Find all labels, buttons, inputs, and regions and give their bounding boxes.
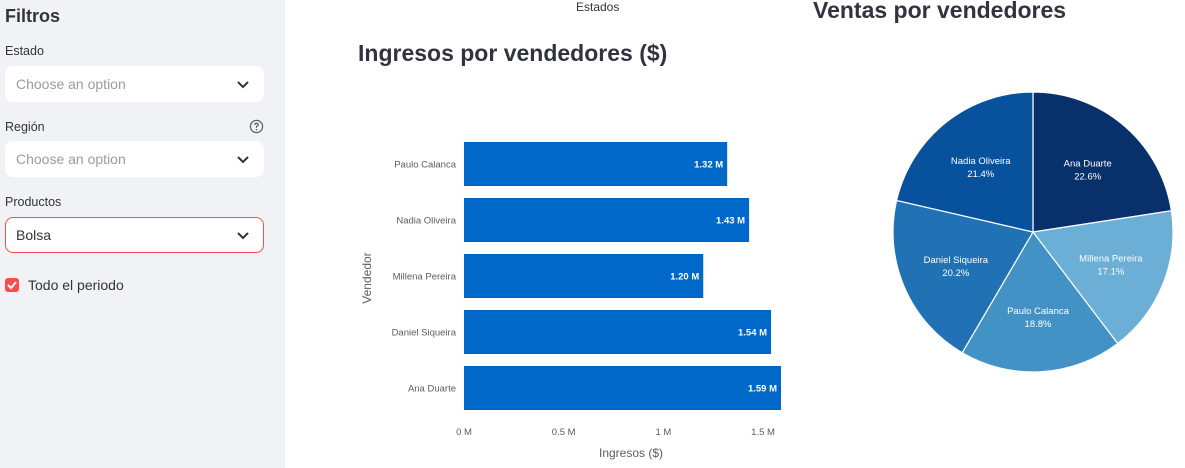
pie-slice-percent: 21.4% xyxy=(967,169,994,180)
productos-select[interactable]: Bolsa xyxy=(5,217,264,253)
pie-slice-label: Ana Duarte xyxy=(1064,158,1112,169)
bar-data-label: 1.20 M xyxy=(670,272,699,283)
pie-slice-label: Nadia Oliveira xyxy=(951,156,1011,167)
estado-placeholder: Choose an option xyxy=(16,76,126,92)
region-label: Región xyxy=(5,120,45,134)
bar-data-label: 1.43 M xyxy=(716,216,745,227)
bar-data-label: 1.59 M xyxy=(748,384,777,395)
bar-data-label: 1.54 M xyxy=(738,328,767,339)
pie-chart-title: Ventas por vendedores xyxy=(813,0,1067,23)
pie-slice-percent: 18.8% xyxy=(1025,319,1052,330)
chevron-down-icon xyxy=(237,156,249,164)
pie-slice-label: Daniel Siqueira xyxy=(924,255,989,266)
help-icon[interactable] xyxy=(249,119,264,134)
x-tick-label: 0 M xyxy=(456,427,472,438)
y-tick-label: Nadia Oliveira xyxy=(396,216,456,227)
x-tick-label: 1 M xyxy=(655,427,671,438)
pie-slice-label: Paulo Calanca xyxy=(1007,306,1070,317)
estado-select[interactable]: Choose an option xyxy=(5,66,264,102)
productos-value: Bolsa xyxy=(16,227,52,243)
todo-periodo-label[interactable]: Todo el periodo xyxy=(28,277,124,293)
bar[interactable] xyxy=(464,142,728,186)
y-axis-label: Vendedor xyxy=(360,252,374,303)
bar-data-label: 1.32 M xyxy=(694,160,723,171)
chevron-down-icon xyxy=(237,81,249,89)
x-axis-label: Ingresos ($) xyxy=(599,446,663,460)
estado-label: Estado xyxy=(5,44,44,58)
pie-slice-percent: 20.2% xyxy=(942,268,969,279)
chevron-down-icon xyxy=(237,232,249,240)
bar-chart: 1.32 M Paulo Calanca 1.43 M Nadia Oliveira 1… xyxy=(360,142,781,460)
x-tick-label: 0.5 M xyxy=(552,427,576,438)
region-placeholder: Choose an option xyxy=(16,151,126,167)
x-tick-label: 1.5 M xyxy=(751,427,775,438)
todo-periodo-checkbox[interactable] xyxy=(5,278,19,292)
pie-slice-percent: 22.6% xyxy=(1074,171,1101,182)
estados-label: Estados xyxy=(576,0,620,14)
sidebar-title: Filtros xyxy=(5,6,61,26)
bar[interactable] xyxy=(464,198,750,242)
region-select[interactable]: Choose an option xyxy=(5,141,264,177)
productos-label: Productos xyxy=(5,195,62,209)
pie-slice-label: Millena Pereira xyxy=(1079,254,1143,265)
y-tick-label: Daniel Siqueira xyxy=(392,328,457,339)
check-icon xyxy=(7,281,17,290)
bar-chart-title: Ingresos por vendedores ($) xyxy=(358,40,668,66)
bar[interactable] xyxy=(464,366,781,410)
y-tick-label: Ana Duarte xyxy=(408,384,456,395)
bar[interactable] xyxy=(464,310,772,354)
pie-slice-percent: 17.1% xyxy=(1097,267,1124,278)
y-tick-label: Millena Pereira xyxy=(393,272,457,283)
bar[interactable] xyxy=(464,254,704,298)
pie-chart: Ana Duarte 22.6% Millena Pereira 17.1% Paulo… xyxy=(892,91,1174,373)
y-tick-label: Paulo Calanca xyxy=(394,160,457,171)
sidebar: Filtros Estado Choose an option Región C… xyxy=(0,0,285,468)
